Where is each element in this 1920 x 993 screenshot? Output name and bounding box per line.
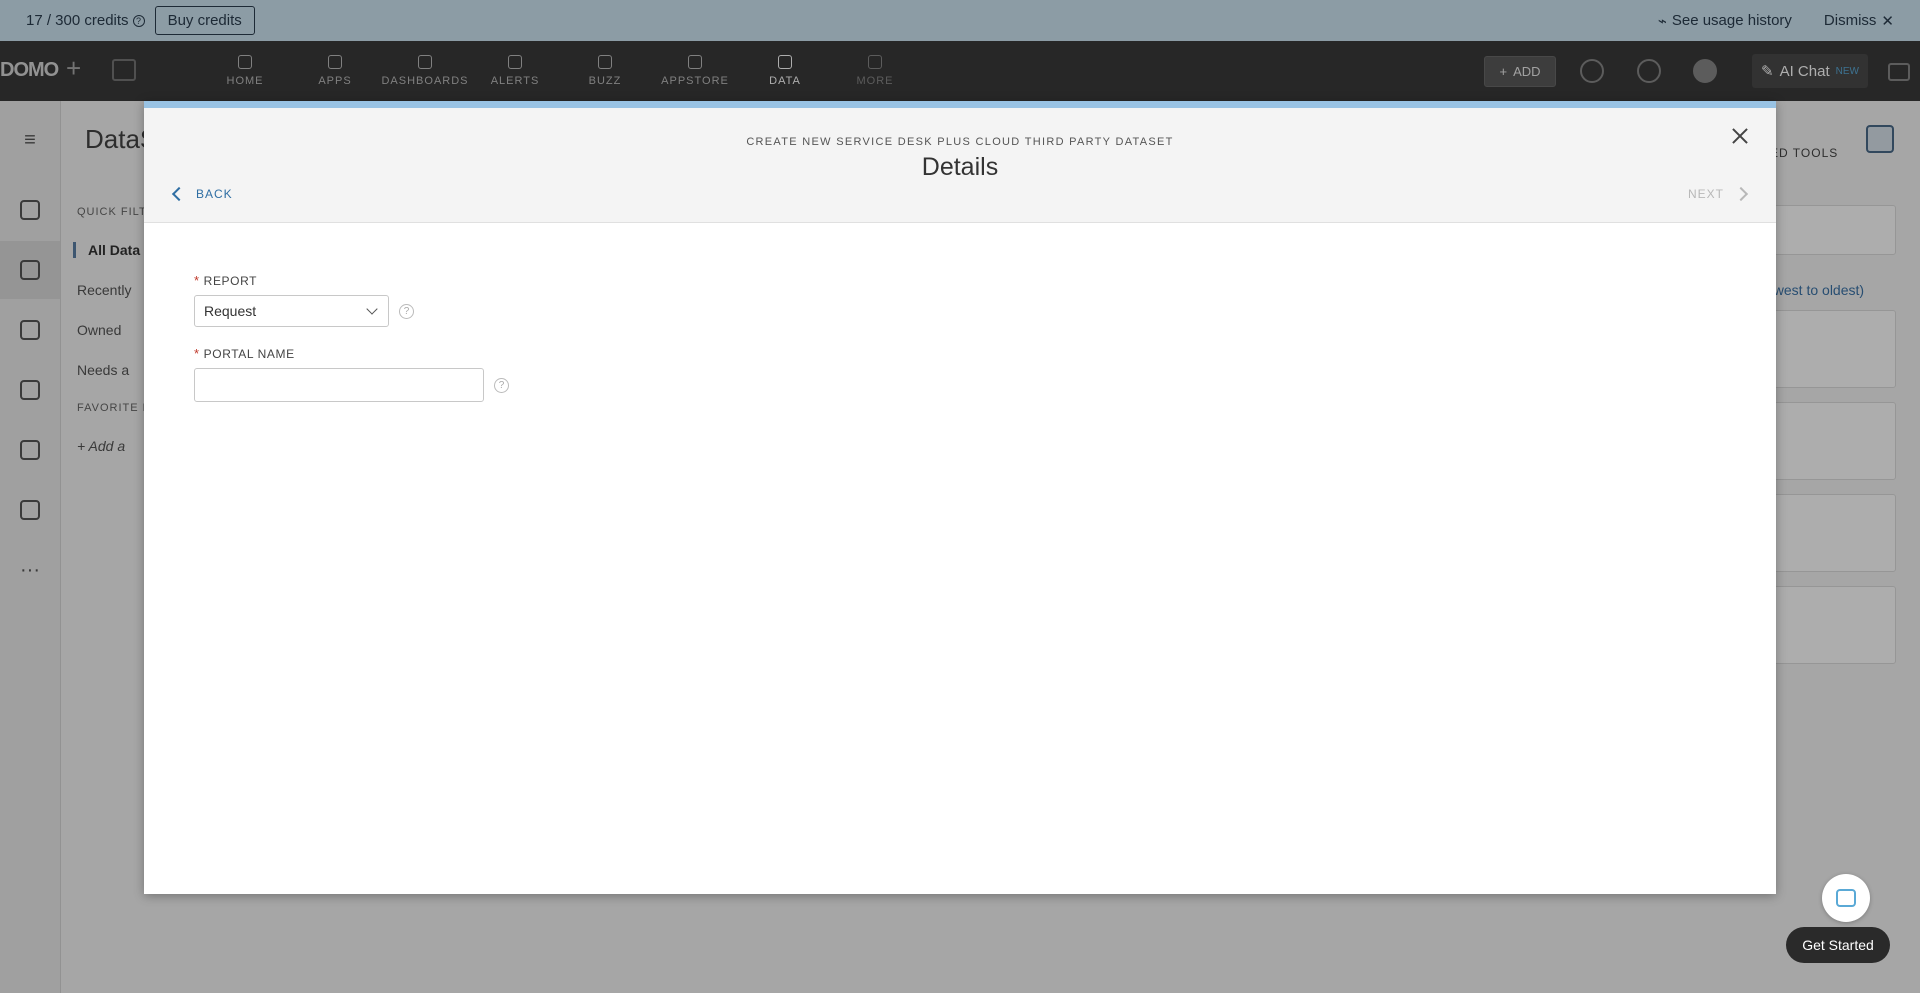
report-label-text: REPORT [203, 273, 258, 288]
report-row: Request ? [194, 295, 509, 327]
modal-subtitle: CREATE NEW SERVICE DESK PLUS CLOUD THIRD… [746, 136, 1174, 148]
required-asterisk: * [194, 273, 200, 288]
portal-name-input[interactable] [194, 368, 484, 402]
details-form: * REPORT Request ? * PORTAL NAME ? [194, 273, 509, 421]
chat-launcher-button[interactable] [1822, 874, 1870, 922]
chevron-right-icon [1733, 186, 1749, 202]
chevron-left-icon [171, 186, 187, 202]
portal-name-row: ? [194, 368, 509, 402]
back-button[interactable]: BACK [171, 186, 233, 202]
help-icon[interactable]: ? [494, 377, 509, 393]
back-label: BACK [196, 187, 233, 201]
next-label: NEXT [1687, 187, 1724, 201]
get-started-button[interactable]: Get Started [1786, 927, 1890, 963]
required-asterisk: * [194, 346, 200, 361]
chevron-down-icon [366, 302, 378, 315]
portal-name-label-text: PORTAL NAME [203, 346, 295, 361]
create-dataset-modal: CREATE NEW SERVICE DESK PLUS CLOUD THIRD… [144, 101, 1776, 894]
report-label: * REPORT [194, 273, 509, 288]
report-value: Request [204, 303, 257, 319]
help-icon[interactable]: ? [399, 303, 414, 319]
report-select[interactable]: Request [194, 295, 389, 327]
modal-title: Details [921, 153, 999, 181]
modal-header: CREATE NEW SERVICE DESK PLUS CLOUD THIRD… [144, 108, 1776, 223]
portal-name-label: * PORTAL NAME [194, 346, 509, 361]
close-icon[interactable] [1728, 124, 1752, 148]
chat-icon [1836, 889, 1856, 907]
next-button[interactable]: NEXT [1687, 186, 1749, 202]
modal-accent-bar [144, 101, 1776, 108]
